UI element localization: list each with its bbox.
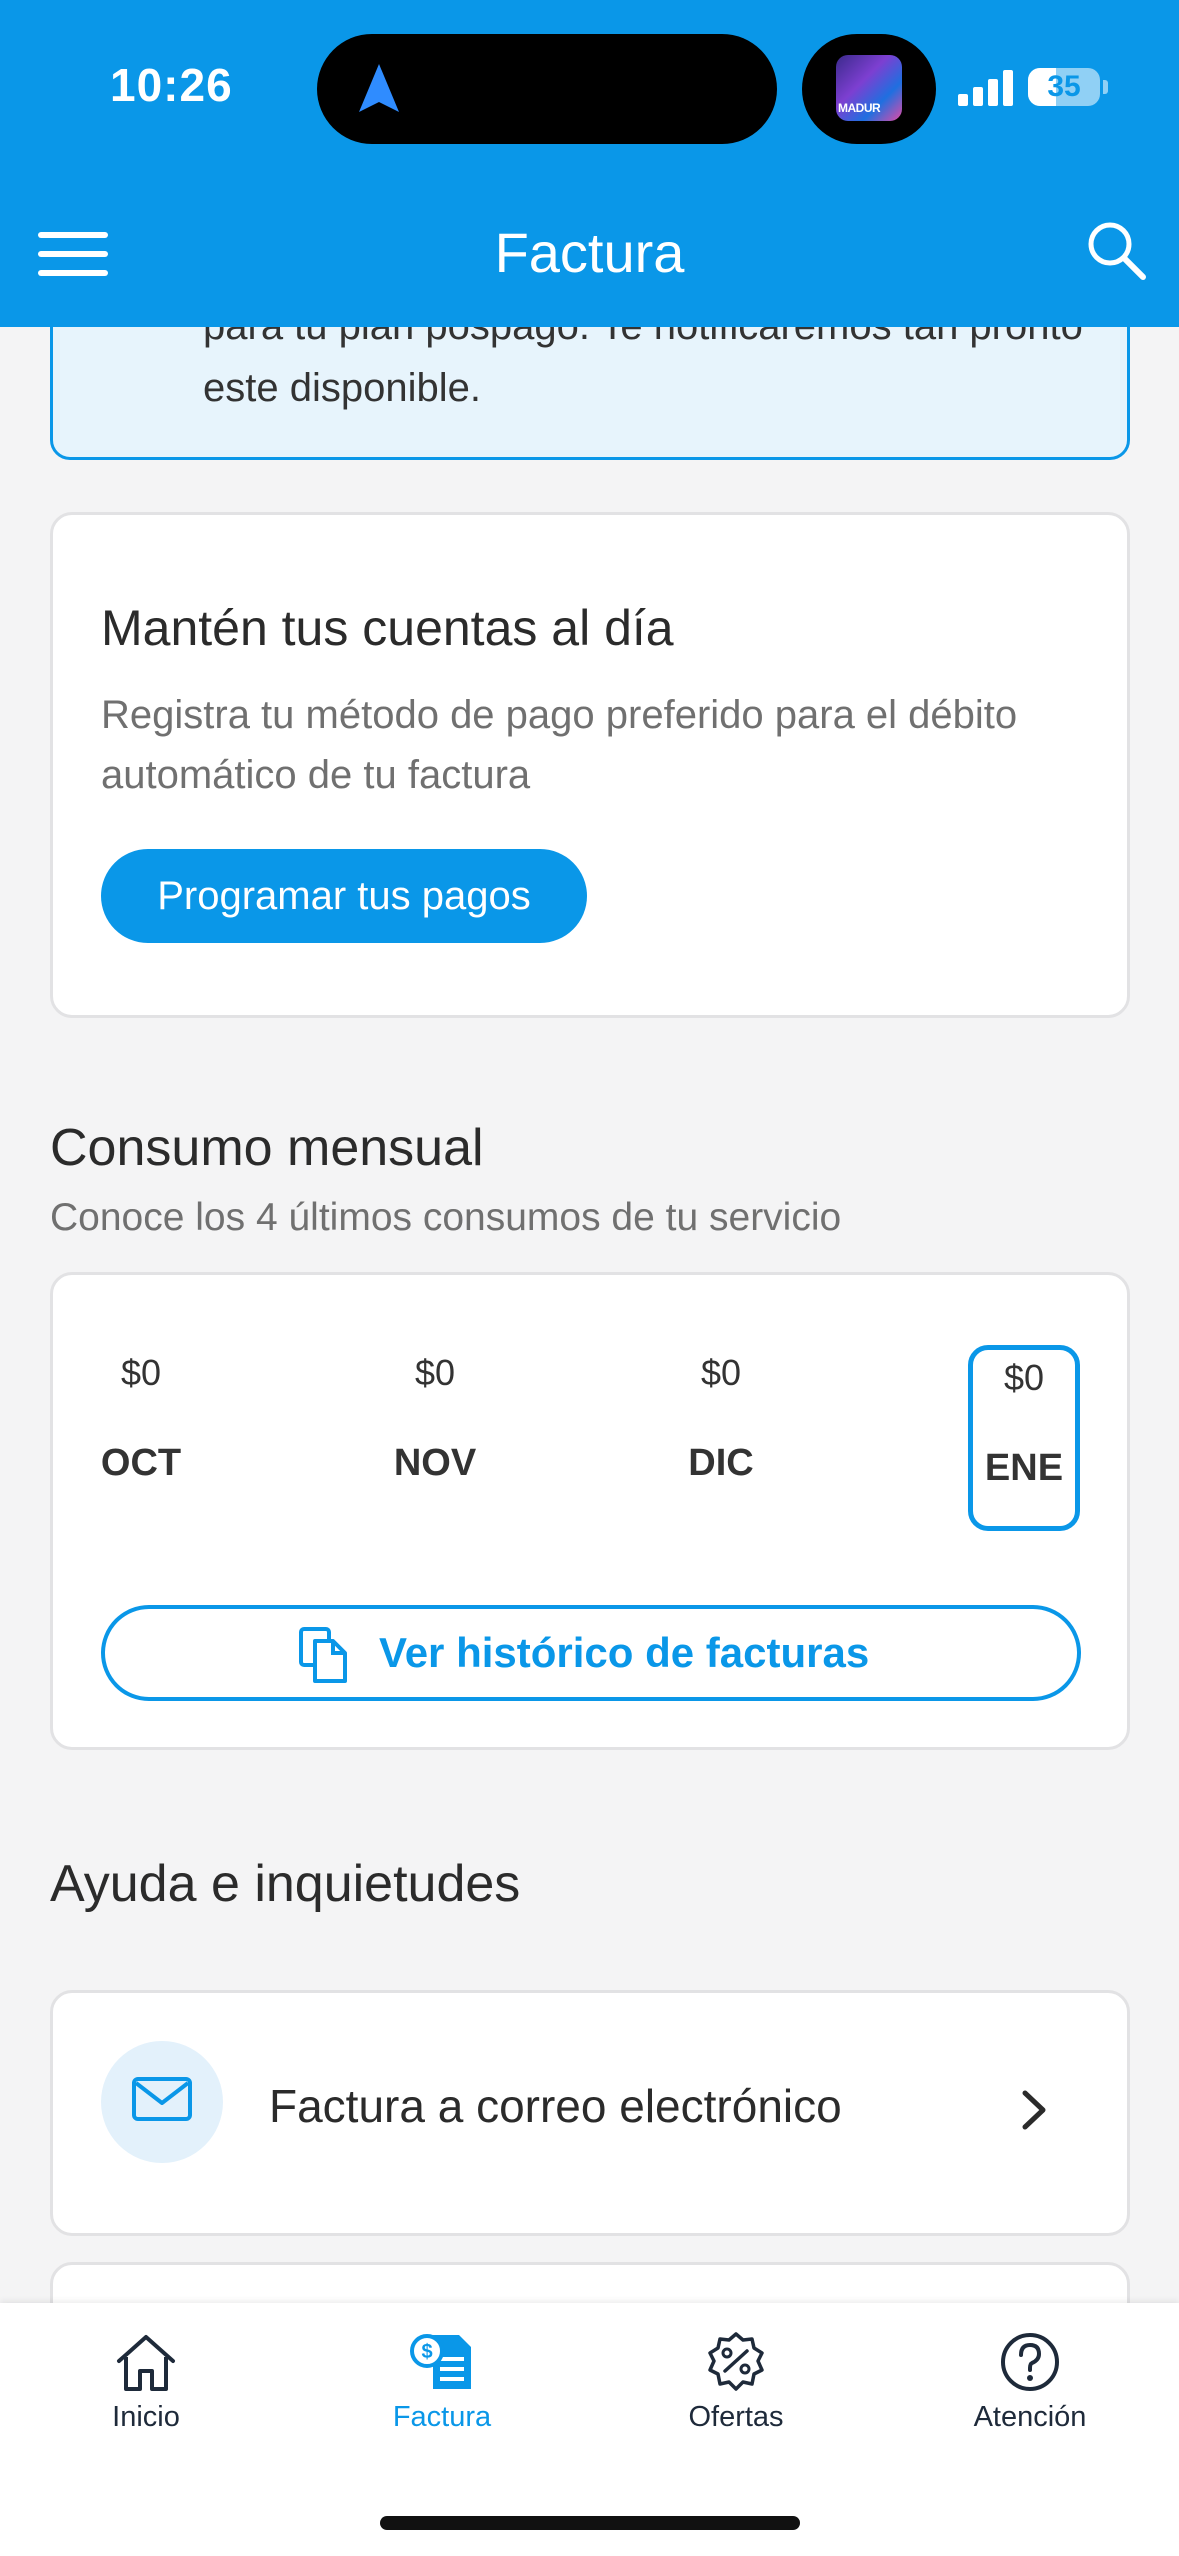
help-circle-icon: [1001, 2333, 1059, 2391]
navigation-arrow-icon: [357, 62, 401, 121]
invoice-icon: $: [410, 2334, 471, 2389]
month-ene-selected[interactable]: $0 ENE: [968, 1345, 1080, 1531]
status-time: 10:26: [110, 59, 233, 111]
nav-label: Factura: [392, 2401, 492, 2433]
invoice-history-button[interactable]: Ver histórico de facturas: [101, 1605, 1081, 1701]
month-nov[interactable]: $0 NOV: [375, 1335, 495, 1493]
nav-label: Atención: [973, 2401, 1087, 2433]
search-icon[interactable]: [1086, 220, 1148, 287]
album-art-text: MADUR: [838, 101, 881, 115]
app-header: 10:26 MADUR 35 Factura: [0, 0, 1179, 327]
nav-factura[interactable]: $ Factura: [332, 2331, 552, 2434]
nav-label: Ofertas: [688, 2401, 784, 2433]
consumo-subtitle: Conoce los 4 últimos consumos de tu serv…: [50, 1196, 842, 1239]
dynamic-island: [317, 34, 777, 144]
chevron-right-icon: [1019, 2087, 1049, 2138]
now-playing-island: MADUR: [802, 34, 936, 144]
envelope-icon: [101, 2041, 223, 2163]
month-label: NOV: [393, 1442, 477, 1484]
month-amount: $0: [700, 1352, 742, 1393]
month-label: OCT: [100, 1442, 182, 1484]
nav-atencion[interactable]: Atención: [920, 2331, 1140, 2434]
album-art: MADUR: [836, 55, 902, 121]
consumo-title: Consumo mensual: [50, 1119, 484, 1177]
nav-label: Inicio: [112, 2401, 180, 2433]
help-title: Ayuda e inquietudes: [50, 1855, 521, 1913]
page-title: Factura: [494, 221, 685, 284]
battery-cap: [1103, 80, 1108, 94]
autopay-description: Registra tu método de pago preferido par…: [101, 693, 1018, 797]
discount-badge-icon: [708, 2332, 764, 2391]
screen: para tu plan pospago. Te notificaremos t…: [0, 0, 1179, 2556]
home-icon: [117, 2335, 175, 2391]
invoice-email-label: Factura a correo electrónico: [269, 2080, 842, 2132]
monthly-consumption-card: $0 OCT $0 NOV $0 DIC $0 ENE Ver históric…: [50, 1272, 1130, 1750]
signal-icon: [958, 70, 1016, 111]
month-amount: $0: [120, 1352, 162, 1393]
autopay-card: Mantén tus cuentas al día Registra tu mé…: [50, 512, 1130, 1018]
invoice-email-item[interactable]: Factura a correo electrónico: [50, 1990, 1130, 2236]
svg-text:$: $: [421, 2341, 432, 2363]
schedule-payments-button[interactable]: Programar tus pagos: [101, 849, 587, 943]
autopay-title: Mantén tus cuentas al día: [101, 600, 674, 656]
month-dic[interactable]: $0 DIC: [661, 1335, 781, 1493]
nav-inicio[interactable]: Inicio: [36, 2331, 256, 2434]
nav-ofertas[interactable]: Ofertas: [626, 2331, 846, 2434]
month-label: ENE: [984, 1447, 1064, 1489]
month-label: DIC: [688, 1442, 754, 1484]
documents-icon: [297, 1625, 353, 1690]
month-oct[interactable]: $0 OCT: [81, 1335, 201, 1493]
month-amount: $0: [414, 1352, 456, 1393]
invoice-history-label: Ver histórico de facturas: [379, 1629, 870, 1676]
battery-level: 35: [1047, 70, 1081, 103]
month-amount: $0: [1003, 1357, 1045, 1398]
battery-icon: 35: [1028, 68, 1100, 106]
home-indicator: [380, 2516, 800, 2530]
